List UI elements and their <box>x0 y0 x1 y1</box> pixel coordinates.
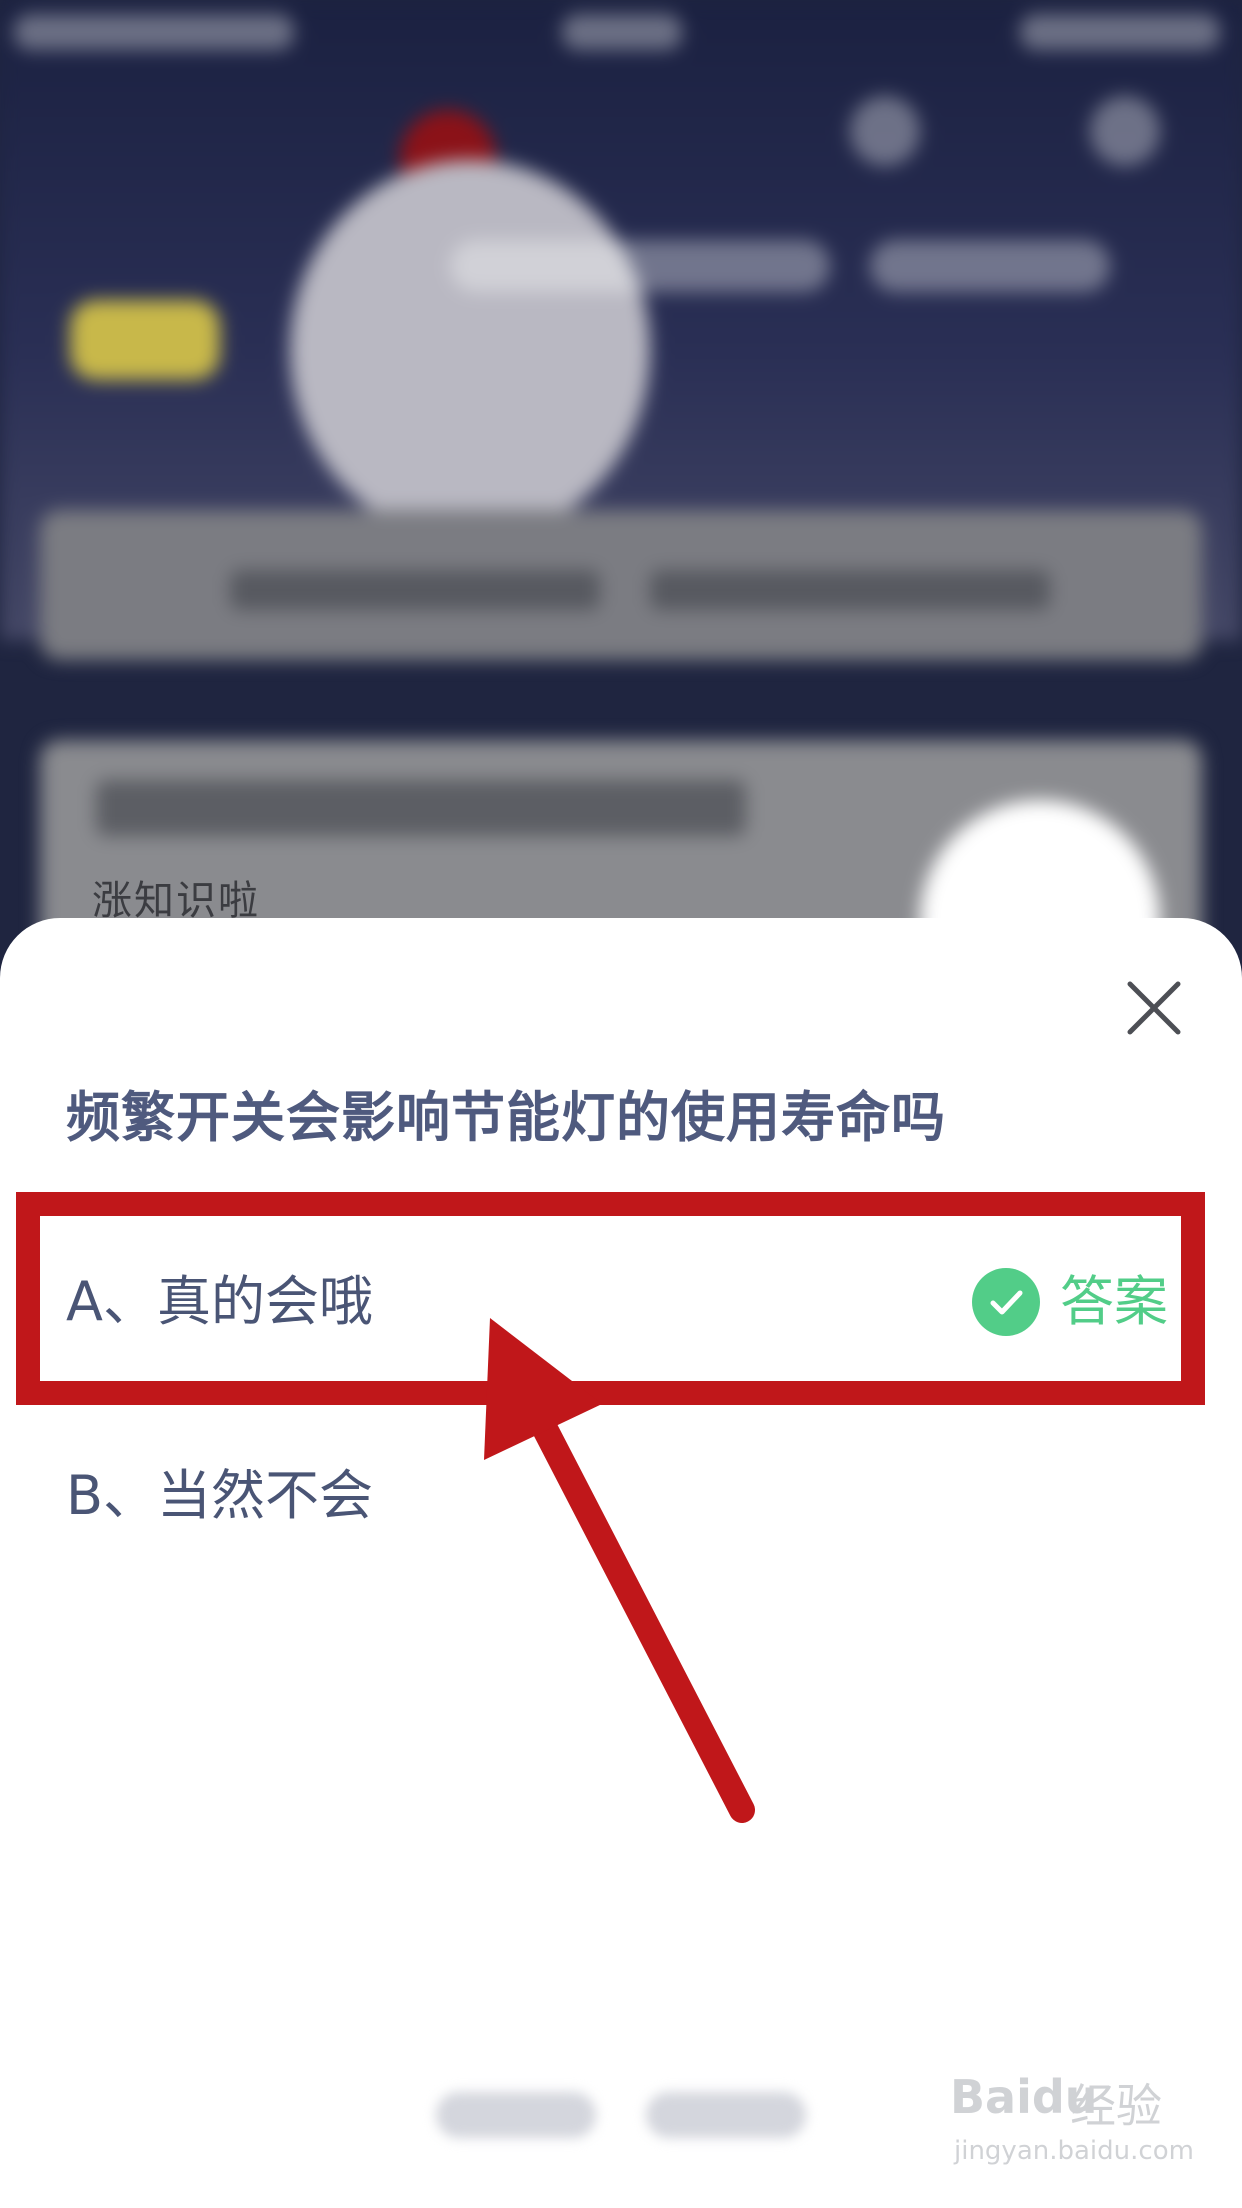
close-button[interactable] <box>1122 976 1186 1040</box>
bottom-placeholder-2 <box>646 2092 806 2138</box>
background-badge <box>70 300 220 380</box>
status-bar-right <box>1020 14 1220 50</box>
quiz-question: 频繁开关会影响节能灯的使用寿命吗 <box>66 1086 946 1149</box>
status-bar-time <box>562 14 682 50</box>
background-pill-2 <box>870 240 1110 292</box>
close-icon <box>1127 981 1181 1035</box>
status-bar-left <box>14 14 294 50</box>
background-card-top <box>40 510 1202 660</box>
option-b-label: B、当然不会 <box>66 1464 374 1527</box>
menu-icon <box>1090 96 1160 166</box>
watermark: Baidu 经验 jingyan.baidu.com <box>950 2070 1200 2180</box>
watermark-brand-cn: 经验 <box>1070 2079 1162 2133</box>
share-icon <box>850 96 920 166</box>
bottom-placeholder-1 <box>436 2092 596 2138</box>
watermark-url: jingyan.baidu.com <box>954 2136 1194 2166</box>
annotation-highlight-box <box>16 1192 1205 1405</box>
mascot-body <box>290 160 650 540</box>
option-b[interactable]: B、当然不会 <box>0 1432 1242 1562</box>
background-pill-1 <box>450 240 830 292</box>
